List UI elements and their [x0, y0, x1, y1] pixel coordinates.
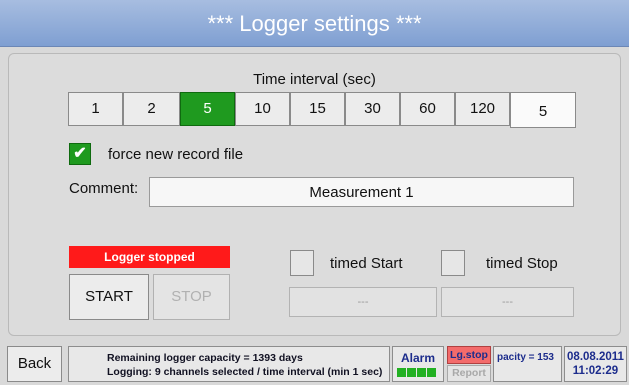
- comment-label: Comment:: [69, 180, 139, 197]
- interval-button-2[interactable]: 2: [123, 92, 180, 126]
- interval-button-120[interactable]: 120: [455, 92, 510, 126]
- report-button[interactable]: Report: [447, 365, 491, 382]
- comment-input[interactable]: Measurement 1: [149, 177, 574, 207]
- alarm-led: [417, 368, 426, 377]
- timed-stop-checkbox[interactable]: [441, 250, 465, 276]
- force-new-record-checkbox[interactable]: ✔: [69, 143, 91, 165]
- timed-start-input[interactable]: ---: [289, 287, 437, 317]
- force-new-record-label: force new record file: [108, 146, 244, 163]
- interval-button-10[interactable]: 10: [235, 92, 290, 126]
- title-bar: *** Logger settings ***: [0, 0, 629, 47]
- alarm-label: Alarm: [400, 351, 435, 365]
- interval-button-60[interactable]: 60: [400, 92, 455, 126]
- memory-capacity-indicator: pacity = 153: [493, 346, 562, 382]
- date-display: 08.08.2011: [567, 351, 624, 363]
- timed-stop-label: timed Stop: [486, 255, 558, 272]
- logger-info-box: Remaining logger capacity = 1393 days Lo…: [68, 346, 390, 382]
- logger-status-badge: Logger stopped: [69, 246, 230, 268]
- interval-button-15[interactable]: 15: [290, 92, 345, 126]
- timed-start-checkbox[interactable]: [290, 250, 314, 276]
- alarm-led: [407, 368, 416, 377]
- interval-custom-input[interactable]: 5: [510, 92, 576, 128]
- alarm-indicator[interactable]: Alarm: [392, 346, 444, 382]
- logging-channels-text: Logging: 9 channels selected / time inte…: [107, 366, 383, 378]
- check-icon: ✔: [73, 145, 87, 162]
- time-interval-label: Time interval (sec): [253, 71, 376, 88]
- remaining-capacity-text: Remaining logger capacity = 1393 days: [107, 352, 303, 364]
- interval-button-1[interactable]: 1: [68, 92, 123, 126]
- alarm-leds: [397, 368, 443, 377]
- alarm-led: [427, 368, 436, 377]
- interval-button-30[interactable]: 30: [345, 92, 400, 126]
- timed-stop-input[interactable]: ---: [441, 287, 574, 317]
- logger-stop-indicator: Lg.stop: [447, 346, 491, 364]
- back-button[interactable]: Back: [7, 346, 62, 382]
- interval-button-5[interactable]: 5: [180, 92, 235, 126]
- stop-button[interactable]: STOP: [153, 274, 230, 320]
- time-display: 11:02:29: [572, 365, 619, 377]
- timed-start-label: timed Start: [330, 255, 403, 272]
- page-title: *** Logger settings ***: [207, 11, 422, 36]
- alarm-led: [397, 368, 406, 377]
- start-button[interactable]: START: [69, 274, 149, 320]
- datetime-box: 08.08.2011 11:02:29: [564, 346, 627, 382]
